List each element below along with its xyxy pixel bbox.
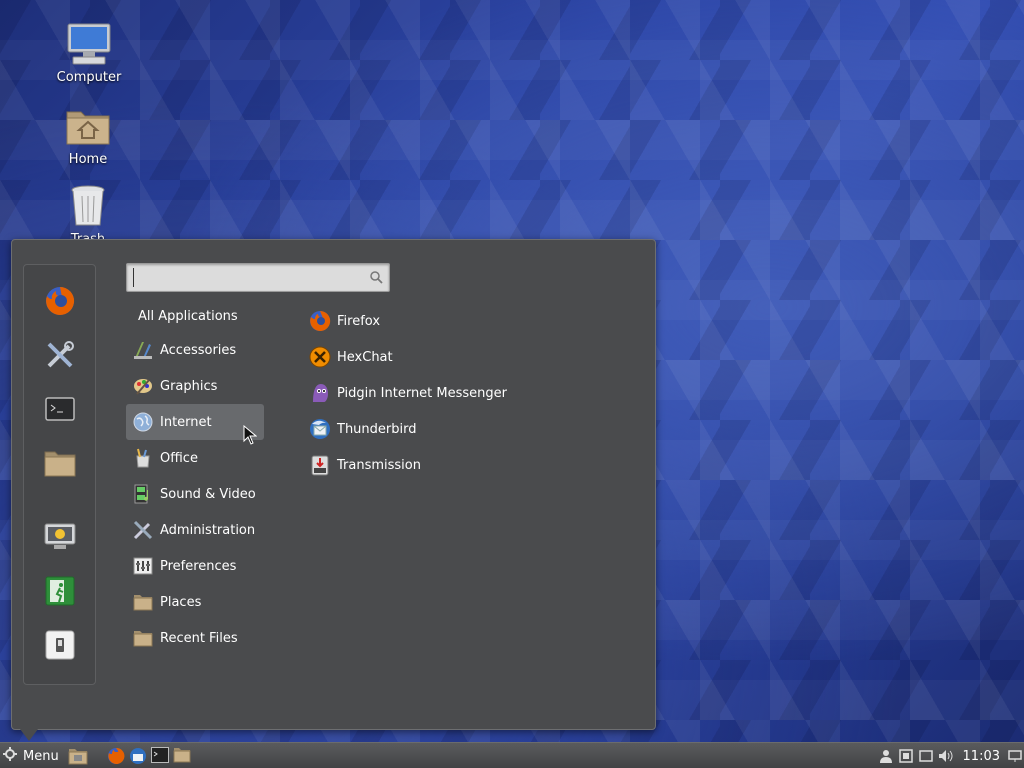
computer-icon bbox=[65, 20, 113, 68]
category-label: Sound & Video bbox=[160, 486, 256, 502]
category-label: Administration bbox=[160, 522, 256, 538]
category-places[interactable]: Places bbox=[126, 584, 264, 620]
taskbar: Menu 11:03 bbox=[0, 742, 1024, 768]
app-label: HexChat bbox=[337, 349, 393, 365]
terminal-icon bbox=[45, 397, 75, 425]
desktop-icon-label: Computer bbox=[56, 70, 122, 85]
firefox-icon bbox=[107, 747, 125, 768]
firefox-icon bbox=[309, 310, 331, 332]
accessories-icon bbox=[132, 339, 154, 361]
home-folder-icon bbox=[64, 102, 112, 150]
application-menu: All Applications Accessories Graphics In… bbox=[11, 239, 656, 730]
category-administration[interactable]: Administration bbox=[126, 512, 264, 548]
category-recent-files[interactable]: Recent Files bbox=[126, 620, 264, 656]
mouse-pointer-icon bbox=[243, 424, 258, 449]
favorite-firefox[interactable] bbox=[42, 285, 78, 321]
firefox-icon bbox=[44, 285, 76, 321]
display-icon[interactable] bbox=[1006, 747, 1024, 765]
favorite-lock-screen[interactable] bbox=[42, 521, 78, 557]
app-label: Firefox bbox=[337, 313, 381, 329]
search-box[interactable] bbox=[126, 263, 390, 292]
category-label: Graphics bbox=[160, 378, 218, 394]
terminal-icon bbox=[151, 747, 169, 767]
search-icon bbox=[370, 271, 383, 288]
favorite-shutdown[interactable] bbox=[42, 629, 78, 665]
desktop-icon-label: Home bbox=[68, 152, 108, 167]
favorite-terminal[interactable] bbox=[42, 393, 78, 429]
category-accessories[interactable]: Accessories bbox=[126, 332, 264, 368]
app-thunderbird[interactable]: Thunderbird bbox=[309, 411, 609, 447]
favorite-system-settings[interactable] bbox=[42, 339, 78, 375]
show-desktop-icon bbox=[68, 749, 88, 768]
category-sound-video[interactable]: Sound & Video bbox=[126, 476, 264, 512]
gear-icon bbox=[3, 747, 17, 765]
category-label: Internet bbox=[160, 414, 212, 430]
app-hexchat[interactable]: HexChat bbox=[309, 339, 609, 375]
window-list-icon[interactable] bbox=[917, 747, 935, 765]
desktop-icon-computer[interactable]: Computer bbox=[49, 20, 129, 85]
taskbar-launcher-thunderbird[interactable] bbox=[129, 747, 147, 765]
files-icon bbox=[44, 449, 76, 481]
hexchat-icon bbox=[309, 346, 331, 368]
category-graphics[interactable]: Graphics bbox=[126, 368, 264, 404]
app-label: Thunderbird bbox=[337, 421, 417, 437]
desktop-icon-trash[interactable]: Trash bbox=[48, 182, 128, 247]
keyboard-layout-icon[interactable] bbox=[897, 747, 915, 765]
logout-icon bbox=[45, 576, 75, 610]
menu-pointer-arrow bbox=[20, 729, 38, 741]
app-label: Pidgin Internet Messenger bbox=[337, 385, 507, 401]
category-label: Office bbox=[160, 450, 198, 466]
taskbar-launcher-firefox[interactable] bbox=[107, 747, 125, 765]
app-firefox[interactable]: Firefox bbox=[309, 303, 609, 339]
app-label: Transmission bbox=[337, 457, 421, 473]
app-transmission[interactable]: Transmission bbox=[309, 447, 609, 483]
menu-button-label: Menu bbox=[23, 748, 59, 764]
category-preferences[interactable]: Preferences bbox=[126, 548, 264, 584]
thunderbird-icon bbox=[309, 418, 331, 440]
pidgin-icon bbox=[309, 382, 331, 404]
taskbar-show-desktop[interactable] bbox=[68, 747, 88, 768]
clock[interactable]: 11:03 bbox=[963, 749, 1000, 764]
application-list: Firefox HexChat Pidgin Internet Messenge… bbox=[309, 303, 609, 483]
category-list: Accessories Graphics Internet Office Sou… bbox=[126, 332, 264, 656]
category-label: Recent Files bbox=[160, 630, 238, 646]
app-pidgin[interactable]: Pidgin Internet Messenger bbox=[309, 375, 609, 411]
volume-icon[interactable] bbox=[937, 747, 955, 765]
category-label: Preferences bbox=[160, 558, 237, 574]
administration-icon bbox=[132, 519, 154, 541]
lock-screen-icon bbox=[44, 523, 76, 555]
taskbar-launcher-files[interactable] bbox=[173, 747, 191, 765]
all-applications-category[interactable]: All Applications bbox=[138, 309, 238, 324]
favorite-files[interactable] bbox=[42, 447, 78, 483]
folder-icon bbox=[132, 627, 154, 649]
category-label: Accessories bbox=[160, 342, 237, 358]
search-input[interactable] bbox=[133, 268, 361, 287]
graphics-icon bbox=[132, 375, 154, 397]
desktop-icon-home[interactable]: Home bbox=[48, 102, 128, 167]
system-tray: 11:03 bbox=[875, 747, 1024, 765]
thunderbird-icon bbox=[129, 748, 147, 768]
menu-button[interactable]: Menu bbox=[3, 747, 59, 765]
transmission-icon bbox=[309, 454, 331, 476]
sound-video-icon bbox=[132, 483, 154, 505]
preferences-icon bbox=[132, 555, 154, 577]
taskbar-launcher-terminal[interactable] bbox=[151, 747, 169, 765]
favorite-logout[interactable] bbox=[42, 575, 78, 611]
files-icon bbox=[173, 748, 191, 767]
internet-icon bbox=[132, 411, 154, 433]
shutdown-icon bbox=[45, 630, 75, 664]
trash-icon bbox=[64, 182, 112, 230]
category-label: Places bbox=[160, 594, 202, 610]
office-icon bbox=[132, 447, 154, 469]
folder-icon bbox=[132, 591, 154, 613]
favorites-panel bbox=[23, 264, 96, 685]
user-icon[interactable] bbox=[877, 747, 895, 765]
system-settings-icon bbox=[45, 340, 75, 374]
